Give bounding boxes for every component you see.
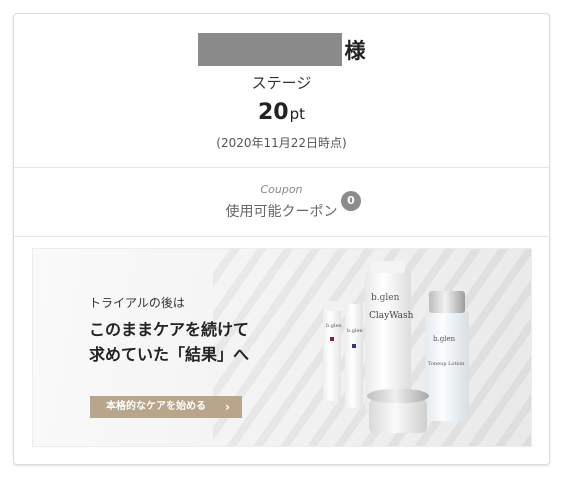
product-cream-jar xyxy=(367,389,429,433)
points-display: 20pt xyxy=(14,100,549,125)
product-lotion-bottle: b.glen Toneup Lotion xyxy=(425,291,469,421)
member-card: 様 ステージ 20pt (2020年11月22日時点) Coupon 使用可能ク… xyxy=(13,13,550,465)
banner-headline-line2: 求めていた「結果」へ xyxy=(89,345,250,364)
start-care-button-label: 本格的なケアを始める xyxy=(106,401,206,412)
banner-headline-line1: このままケアを続けて xyxy=(89,320,250,339)
points-value: 20 xyxy=(257,100,289,125)
member-name-row: 様 xyxy=(14,33,549,66)
points-unit: pt xyxy=(289,105,306,123)
product-tube-medium: b.glen xyxy=(345,304,363,408)
chevron-right-icon: › xyxy=(225,400,230,414)
banner-subtitle: トライアルの後は xyxy=(89,296,185,310)
product-brand-label: b.glen xyxy=(347,328,363,334)
honorific: 様 xyxy=(344,38,366,63)
product-tube-small: b.glen xyxy=(323,301,342,401)
product-brand-label: b.glen xyxy=(433,335,456,343)
trial-continue-banner[interactable]: トライアルの後は このままケアを続けて 求めていた「結果」へ 本格的なケアを始め… xyxy=(32,248,532,447)
coupon-label-en: Coupon xyxy=(260,183,303,196)
member-summary: 様 ステージ 20pt (2020年11月22日時点) xyxy=(14,14,549,168)
product-brand-label: b.glen xyxy=(371,293,400,303)
product-brand-label: b.glen xyxy=(326,323,342,329)
start-care-button[interactable]: 本格的なケアを始める › xyxy=(90,396,242,418)
product-name-claywash: ClayWash xyxy=(369,311,414,321)
stage-label: ステージ xyxy=(251,74,312,92)
coupon-count-badge: 0 xyxy=(341,191,361,211)
banner-headline: このままケアを続けて 求めていた「結果」へ xyxy=(89,317,249,367)
points-as-of-date: (2020年11月22日時点) xyxy=(216,136,347,150)
coupon-label: 使用可能クーポン xyxy=(225,204,338,220)
coupon-link[interactable]: Coupon 使用可能クーポン 0 xyxy=(14,167,549,237)
redacted-member-name xyxy=(197,33,342,66)
product-name-lotion: Toneup Lotion xyxy=(428,361,465,367)
